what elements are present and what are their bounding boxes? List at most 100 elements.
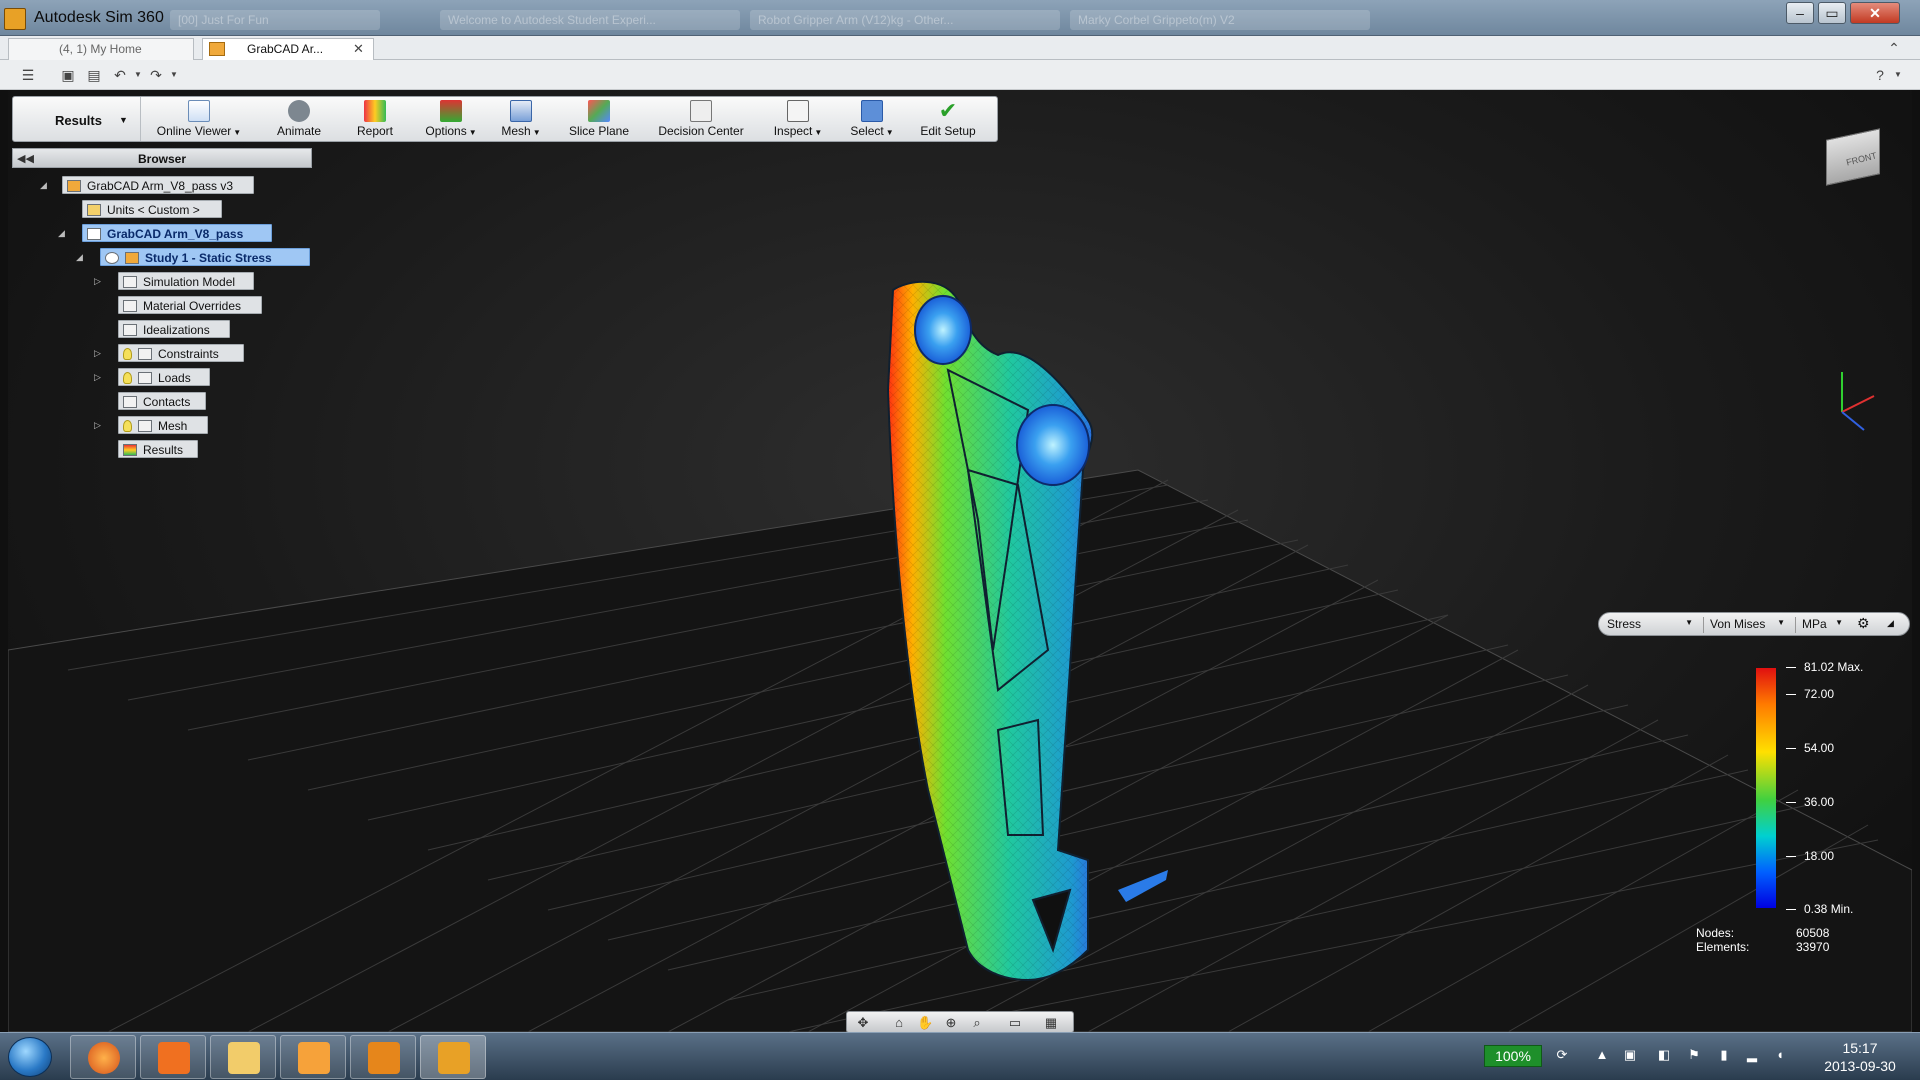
background-tab[interactable]: [00] Just For Fun <box>170 10 380 30</box>
online-viewer-button[interactable]: Online Viewer ▼ <box>151 97 247 141</box>
title-bar: Autodesk Sim 360 [00] Just For Fun Welco… <box>0 0 1920 36</box>
inspect-button[interactable]: Inspect ▼ <box>765 97 831 141</box>
viewcube[interactable]: FRONT <box>1818 114 1894 190</box>
close-button[interactable]: ✕ <box>1850 2 1900 24</box>
viewport-3d[interactable] <box>8 90 1912 1032</box>
tree-node-idealizations[interactable]: Idealizations <box>118 320 230 338</box>
chevron-up-icon[interactable]: ⌃ <box>1886 40 1902 56</box>
tree-node-simulation-model[interactable]: Simulation Model <box>118 272 254 290</box>
chevron-down-icon: ▼ <box>885 128 894 137</box>
study-active-icon <box>105 252 119 264</box>
tree-node-constraints[interactable]: Constraints <box>118 344 244 362</box>
tree-node-loads[interactable]: Loads <box>118 368 210 386</box>
tree-node-study[interactable]: Study 1 - Static Stress <box>100 248 310 266</box>
flag-icon[interactable]: ⚑ <box>1686 1047 1702 1063</box>
app-tray-icon[interactable]: ▣ <box>1622 1047 1638 1063</box>
sim360-icon <box>438 1042 470 1074</box>
select-button[interactable]: Select ▼ <box>841 97 903 141</box>
pan-icon[interactable]: ✋ <box>917 1015 933 1031</box>
visibility-bulb-icon[interactable] <box>123 420 132 432</box>
mesh-button[interactable]: Mesh ▼ <box>491 97 551 141</box>
taskbar-explorer[interactable] <box>210 1035 276 1079</box>
collapse-icon[interactable]: ◢ <box>58 228 65 239</box>
taskbar-media-player[interactable] <box>140 1035 206 1079</box>
tree-node-design[interactable]: GrabCAD Arm_V8_pass v3 <box>62 176 254 194</box>
report-button[interactable]: Report <box>345 97 405 141</box>
material-icon <box>123 300 137 312</box>
expand-icon[interactable]: ▷ <box>94 372 101 383</box>
gear-icon[interactable]: ⚙ <box>1857 615 1877 631</box>
expand-icon[interactable]: ▷ <box>94 348 101 359</box>
clock[interactable]: 15:17 2013-09-30 <box>1810 1039 1910 1075</box>
decision-center-button[interactable]: Decision Center <box>649 97 753 141</box>
undo-dropdown-icon[interactable]: ▼ <box>130 67 146 83</box>
collapse-icon[interactable]: ◢ <box>40 180 47 191</box>
pan-orbit-icon[interactable]: ✥ <box>855 1015 871 1031</box>
options-icon <box>440 100 462 122</box>
expand-icon[interactable]: ▷ <box>94 276 101 287</box>
tab-my-home[interactable]: (4, 1) My Home <box>8 38 194 60</box>
contacts-icon <box>123 396 137 408</box>
button-label: Slice Plane <box>568 124 630 138</box>
redo-dropdown-icon[interactable]: ▼ <box>166 67 182 83</box>
zoom-window-icon[interactable]: ⌕ <box>969 1015 985 1031</box>
document-tab-bar: (4, 1) My Home GrabCAD Ar... ✕ ⌃ <box>0 36 1920 60</box>
help-dropdown-icon[interactable]: ▼ <box>1890 67 1906 83</box>
display-settings-icon[interactable]: ▭ <box>1007 1015 1023 1031</box>
show-hidden-icon[interactable]: ▲ <box>1594 1047 1610 1063</box>
background-tab[interactable]: Welcome to Autodesk Student Experi... <box>440 10 740 30</box>
battery-indicator[interactable]: 100% <box>1484 1045 1542 1067</box>
background-tab[interactable]: Marky Corbel Grippeto(m) V2 <box>1070 10 1370 30</box>
zoom-icon[interactable]: ⊕ <box>943 1015 959 1031</box>
taskbar-inventor[interactable] <box>350 1035 416 1079</box>
start-button[interactable] <box>8 1037 52 1077</box>
animate-button[interactable]: Animate <box>269 97 329 141</box>
result-type-select[interactable]: Stress ▼ <box>1607 617 1697 633</box>
volume-muted-icon[interactable]: ◖ <box>1772 1047 1788 1063</box>
minimize-button[interactable]: – <box>1786 2 1814 24</box>
slice-plane-icon <box>588 100 610 122</box>
menu-icon[interactable]: ☰ <box>20 67 36 83</box>
taskbar-sim360[interactable] <box>420 1035 486 1079</box>
network-icon[interactable]: ▂ <box>1744 1047 1760 1063</box>
taskbar-firefox[interactable] <box>70 1035 136 1079</box>
mesh-icon <box>510 100 532 122</box>
redo-icon[interactable]: ↷ <box>148 67 164 83</box>
simulation-model-icon <box>123 276 137 288</box>
collapse-icon[interactable]: ◢ <box>76 252 83 263</box>
visibility-bulb-icon[interactable] <box>123 372 132 384</box>
app-menu-icon[interactable] <box>4 8 26 30</box>
unit-select[interactable]: MPa ▼ <box>1795 617 1847 633</box>
expand-icon[interactable]: ▷ <box>94 420 101 431</box>
sync-icon[interactable]: ⟳ <box>1554 1047 1570 1063</box>
tree-node-units[interactable]: Units < Custom > <box>82 200 222 218</box>
button-label: Select ▼ <box>850 124 894 138</box>
grid-settings-icon[interactable]: ▦ <box>1043 1015 1059 1031</box>
chevron-down-icon: ▼ <box>468 128 477 137</box>
tree-node-material-overrides[interactable]: Material Overrides <box>118 296 262 314</box>
collapse-legend-icon[interactable]: ◢ <box>1887 618 1901 634</box>
close-tab-icon[interactable]: ✕ <box>353 41 364 57</box>
tray-icon[interactable]: ◧ <box>1656 1047 1672 1063</box>
help-icon[interactable]: ? <box>1872 67 1888 83</box>
visibility-bulb-icon[interactable] <box>123 348 132 360</box>
edit-setup-button[interactable]: ✔ Edit Setup <box>913 97 983 141</box>
save-as-icon[interactable]: ▤ <box>86 67 102 83</box>
home-view-icon[interactable]: ⌂ <box>891 1015 907 1031</box>
power-icon[interactable]: ▮ <box>1716 1047 1732 1063</box>
tree-node-mesh[interactable]: Mesh <box>118 416 208 434</box>
tree-node-results[interactable]: Results <box>118 440 198 458</box>
maximize-button[interactable]: ▭ <box>1818 2 1846 24</box>
undo-icon[interactable]: ↶ <box>112 67 128 83</box>
taskbar-player[interactable] <box>280 1035 346 1079</box>
tree-node-contacts[interactable]: Contacts <box>118 392 206 410</box>
tree-node-model[interactable]: GrabCAD Arm_V8_pass <box>82 224 272 242</box>
options-button[interactable]: Options ▼ <box>415 97 487 141</box>
save-icon[interactable]: ▣ <box>60 67 76 83</box>
results-mode-dropdown[interactable]: Results ▼ <box>13 97 141 141</box>
report-icon <box>364 100 386 122</box>
slice-plane-button[interactable]: Slice Plane <box>561 97 637 141</box>
background-tab[interactable]: Robot Gripper Arm (V12)kg - Other... <box>750 10 1060 30</box>
tab-grabcad-arm[interactable]: GrabCAD Ar... ✕ <box>202 38 374 60</box>
component-select[interactable]: Von Mises ▼ <box>1703 617 1789 633</box>
